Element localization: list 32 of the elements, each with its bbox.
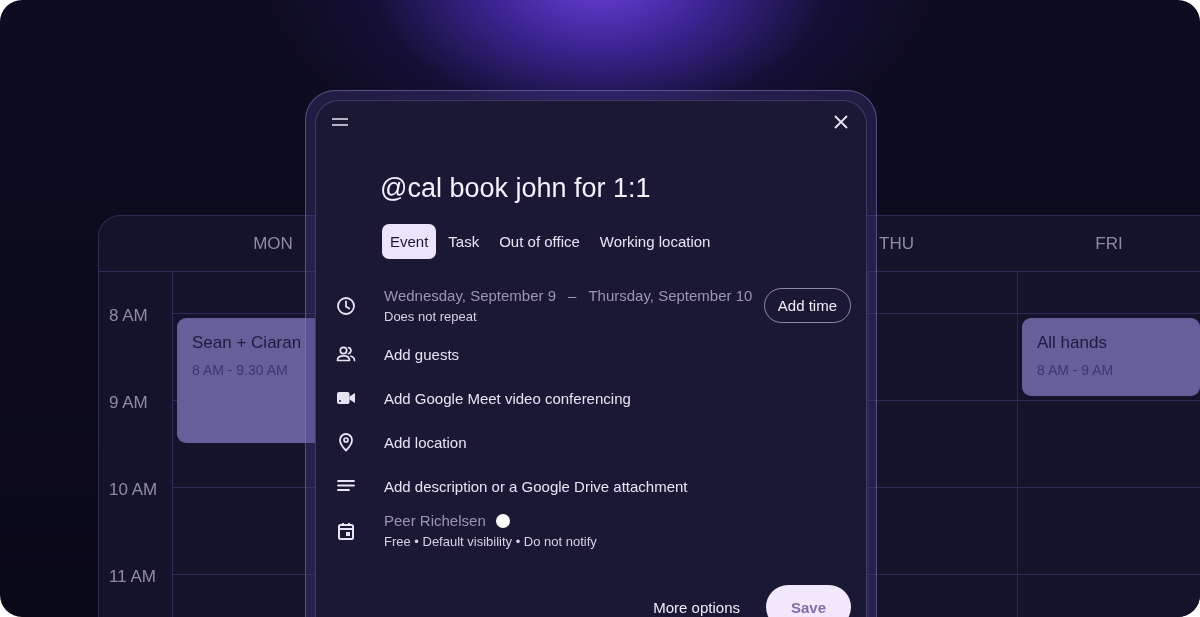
tab[interactable]: Event xyxy=(382,224,437,259)
calendar-owner[interactable]: Peer Richelsen xyxy=(384,512,486,529)
day-label: MON xyxy=(253,233,293,254)
day-label: THU xyxy=(879,233,914,254)
time-label: 9 AM xyxy=(109,392,148,413)
close-icon[interactable] xyxy=(834,115,848,129)
event-title-input[interactable]: @cal book john for 1:1 xyxy=(380,173,866,204)
time-label: 10 AM xyxy=(109,479,158,500)
option-label[interactable]: Add guests xyxy=(384,345,851,363)
option-label[interactable]: Add Google Meet video conferencing xyxy=(384,389,851,407)
menu-icon[interactable] xyxy=(332,118,348,126)
option-label[interactable]: Add description or a Google Drive attachment xyxy=(384,477,851,495)
event-settings: Free • Default visibility • Do not notify xyxy=(384,534,598,549)
save-button[interactable]: Save xyxy=(766,585,851,617)
event-title: All hands xyxy=(1037,333,1108,353)
start-date[interactable]: Wednesday, September 9 xyxy=(384,287,557,304)
day-label: FRI xyxy=(1095,233,1123,254)
location-pin-icon xyxy=(336,432,356,452)
end-date[interactable]: Thursday, September 10 xyxy=(588,287,753,304)
tab[interactable]: Out of office xyxy=(491,224,588,259)
time-label: 11 AM xyxy=(109,566,156,587)
more-options-button[interactable]: More options xyxy=(647,597,746,617)
tab[interactable]: Working location xyxy=(591,224,719,259)
date-separator: – xyxy=(568,287,577,304)
calendar-icon xyxy=(336,520,356,541)
people-icon xyxy=(336,344,356,364)
tab[interactable]: Task xyxy=(440,224,488,259)
event-title: Sean + Ciaran xyxy=(192,333,303,353)
clock-icon xyxy=(336,295,356,316)
time-label: 8 AM xyxy=(109,305,148,326)
repeat-setting[interactable]: Does not repeat xyxy=(384,309,764,324)
option-label[interactable]: Add location xyxy=(384,433,851,451)
